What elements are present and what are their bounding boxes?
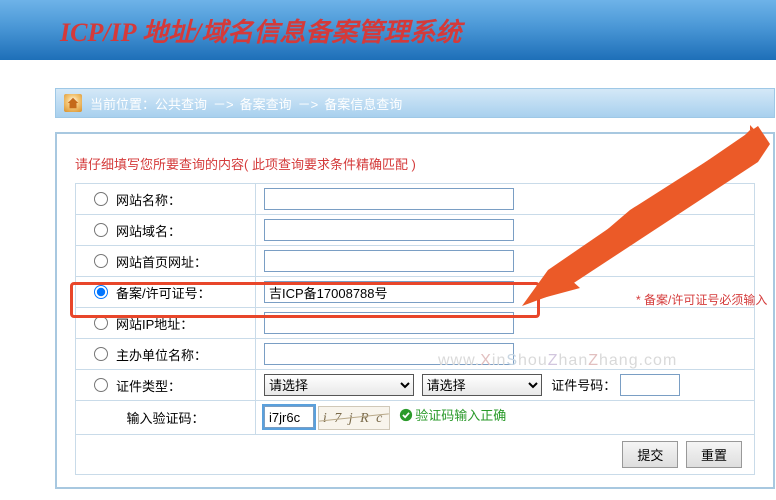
breadcrumb-item-1[interactable]: 公共查询 <box>155 94 207 113</box>
query-form-panel: 请仔细填写您所要查询的内容( 此项查询要求条件精确匹配 ) 网站名称： 网站域名… <box>55 132 775 489</box>
breadcrumb-sep: －> <box>298 94 319 113</box>
label-site-ip: 网站IP地址： <box>116 314 193 333</box>
input-site-ip[interactable] <box>264 312 514 334</box>
watermark: www.XinShouZhanZhang.com <box>438 352 677 370</box>
select-cert-type-2[interactable]: 请选择 <box>422 374 542 396</box>
row-cert-type: 证件类型： 请选择 请选择 证件号码： <box>76 370 755 401</box>
breadcrumb: 当前位置： 公共查询 －> 备案查询 －> 备案信息查询 <box>55 88 775 118</box>
submit-button[interactable]: 提交 <box>622 441 678 468</box>
radio-site-name[interactable] <box>94 192 108 206</box>
radio-org-name[interactable] <box>94 347 108 361</box>
breadcrumb-item-3: 备案信息查询 <box>324 94 402 113</box>
radio-site-domain[interactable] <box>94 223 108 237</box>
row-site-name: 网站名称： <box>76 184 755 215</box>
label-org-name: 主办单位名称： <box>116 345 207 364</box>
home-icon <box>64 94 82 112</box>
row-buttons: 提交 重置 <box>76 435 755 475</box>
captcha-ok-indicator: 验证码输入正确 <box>399 405 506 424</box>
input-site-domain[interactable] <box>264 219 514 241</box>
page-header: ICP/IP 地址/域名信息备案管理系统 <box>0 0 776 60</box>
required-note: * 备案/许可证号必须输入 <box>636 291 767 308</box>
row-site-url: 网站首页网址： <box>76 246 755 277</box>
form-instruction: 请仔细填写您所要查询的内容( 此项查询要求条件精确匹配 ) <box>75 154 755 173</box>
label-cert-type: 证件类型： <box>116 376 181 395</box>
row-site-ip: 网站IP地址： <box>76 308 755 339</box>
input-cert-no[interactable] <box>620 374 680 396</box>
label-cert-no: 证件号码： <box>551 378 616 393</box>
input-captcha[interactable] <box>264 406 314 428</box>
radio-record-no[interactable] <box>94 285 108 299</box>
label-record-no: 备案/许可证号： <box>116 283 211 302</box>
input-site-name[interactable] <box>264 188 514 210</box>
breadcrumb-loc-label: 当前位置： <box>90 94 155 113</box>
label-site-url: 网站首页网址： <box>116 252 207 271</box>
radio-site-ip[interactable] <box>94 316 108 330</box>
content-area: 当前位置： 公共查询 －> 备案查询 －> 备案信息查询 请仔细填写您所要查询的… <box>0 60 776 489</box>
input-record-no[interactable] <box>264 281 514 303</box>
radio-cert-type[interactable] <box>94 378 108 392</box>
label-site-domain: 网站域名： <box>116 221 181 240</box>
row-site-domain: 网站域名： <box>76 215 755 246</box>
reset-button[interactable]: 重置 <box>686 441 742 468</box>
label-captcha: 输入验证码： <box>126 411 204 426</box>
breadcrumb-item-2[interactable]: 备案查询 <box>240 94 292 113</box>
captcha-image[interactable]: i 7 j R c <box>318 406 390 430</box>
input-site-url[interactable] <box>264 250 514 272</box>
select-cert-type-1[interactable]: 请选择 <box>264 374 414 396</box>
captcha-ok-text: 验证码输入正确 <box>415 405 506 424</box>
page-title: ICP/IP 地址/域名信息备案管理系统 <box>60 12 776 49</box>
radio-site-url[interactable] <box>94 254 108 268</box>
query-form-table: 网站名称： 网站域名： 网站首页网址： 备案/许可证号： 网站IP地址： <box>75 183 755 475</box>
row-captcha: 输入验证码： i 7 j R c 验证码输入正确 <box>76 401 755 435</box>
label-site-name: 网站名称： <box>116 190 181 209</box>
breadcrumb-sep: －> <box>213 94 234 113</box>
